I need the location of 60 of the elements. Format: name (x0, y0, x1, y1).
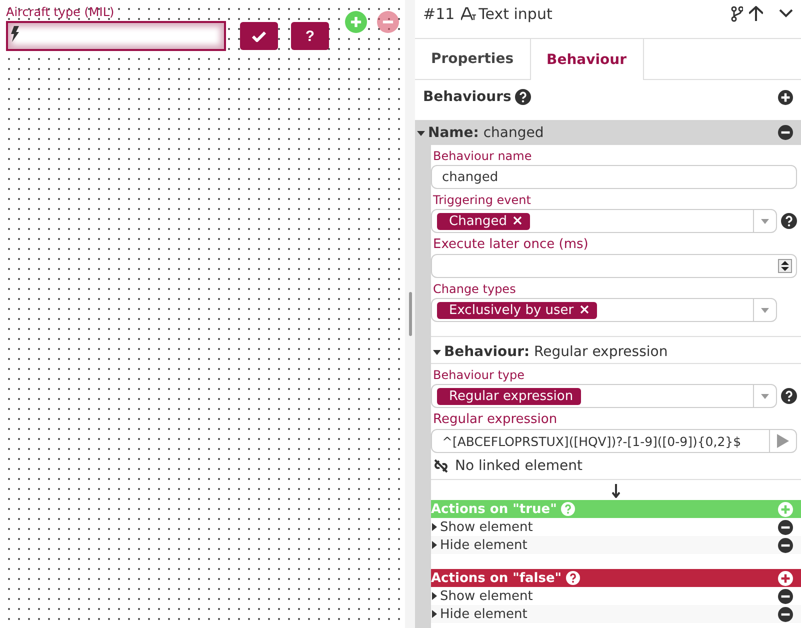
help-icon[interactable] (781, 213, 797, 229)
select-field[interactable]: Regular expression (431, 384, 777, 408)
field-label: Change types (432, 281, 517, 298)
actions-title: Actions on "false" (431, 570, 562, 586)
tab[interactable]: Behaviour (530, 39, 644, 80)
help-icon[interactable] (515, 89, 532, 105)
add-icon[interactable] (778, 570, 793, 586)
dropdown-caret-icon[interactable] (761, 308, 769, 312)
remove-icon[interactable] (778, 588, 793, 604)
section-title: Behaviours (423, 89, 512, 105)
behaviour-header[interactable]: Name: changed (415, 120, 801, 145)
remove-icon[interactable] (778, 538, 793, 552)
text-type-icon (460, 6, 477, 20)
caret-icon[interactable] (417, 128, 425, 136)
action-name[interactable]: Hide element (440, 538, 528, 552)
element-number: #11 (423, 4, 455, 22)
chevron-down-icon[interactable] (779, 9, 793, 18)
help-icon[interactable] (566, 571, 580, 585)
help-button[interactable]: ? (291, 22, 329, 50)
text-input[interactable] (6, 21, 226, 51)
field-label: Aircraft type (MIL) (6, 5, 116, 19)
action-name[interactable]: Show element (440, 520, 533, 534)
help-icon[interactable] (781, 388, 797, 404)
check-button[interactable] (240, 22, 278, 50)
caret-icon[interactable] (433, 348, 441, 356)
action-name[interactable]: Hide element (440, 606, 528, 622)
tag-field[interactable]: Changed (431, 209, 777, 233)
splitter-handle[interactable] (408, 292, 412, 336)
check-icon (252, 30, 266, 42)
remove-icon[interactable] (778, 520, 793, 534)
remove-icon[interactable] (778, 125, 793, 140)
unlink-icon (433, 458, 449, 474)
tag-field[interactable]: Exclusively by user (431, 298, 777, 322)
remove-icon[interactable] (778, 606, 793, 622)
play-icon[interactable] (777, 434, 789, 448)
down-arrow-icon (612, 484, 620, 498)
branch-icon[interactable] (731, 6, 743, 22)
spinner-icon[interactable] (778, 259, 792, 273)
sub-behaviour-title: Behaviour: Regular expression (444, 344, 668, 360)
dropdown-caret-icon[interactable] (761, 394, 769, 398)
remove-tag-icon[interactable] (513, 216, 522, 224)
behaviour-name: Name: changed (428, 124, 544, 140)
regex-value: ^[ABCEFLOPRSTUX]([HQV])?-[1-9]([0-9]){0,2}$ (442, 434, 742, 448)
field-label: Behaviour type (432, 367, 526, 384)
field-label: Execute later once (ms) (432, 236, 590, 254)
field-label: Triggering event (432, 192, 532, 209)
regex-field[interactable]: ^[ABCEFLOPRSTUX]([HQV])?-[1-9]([0-9]){0,2}$ (431, 429, 797, 453)
linked-element-text: No linked element (455, 458, 582, 474)
remove-tag-icon[interactable] (580, 304, 589, 314)
actions-title: Actions on "true" (431, 502, 557, 516)
number-field[interactable] (431, 254, 797, 278)
field-label: Regular expression (432, 411, 558, 429)
lightning-icon (11, 26, 19, 42)
text-field[interactable]: changed (431, 165, 797, 189)
up-arrow-icon[interactable] (749, 6, 763, 21)
dropdown-caret-icon[interactable] (761, 218, 769, 224)
element-title: Text input (478, 4, 552, 22)
action-name[interactable]: Show element (440, 588, 533, 604)
add-icon[interactable] (778, 90, 793, 104)
field-label: Behaviour name (432, 148, 533, 165)
